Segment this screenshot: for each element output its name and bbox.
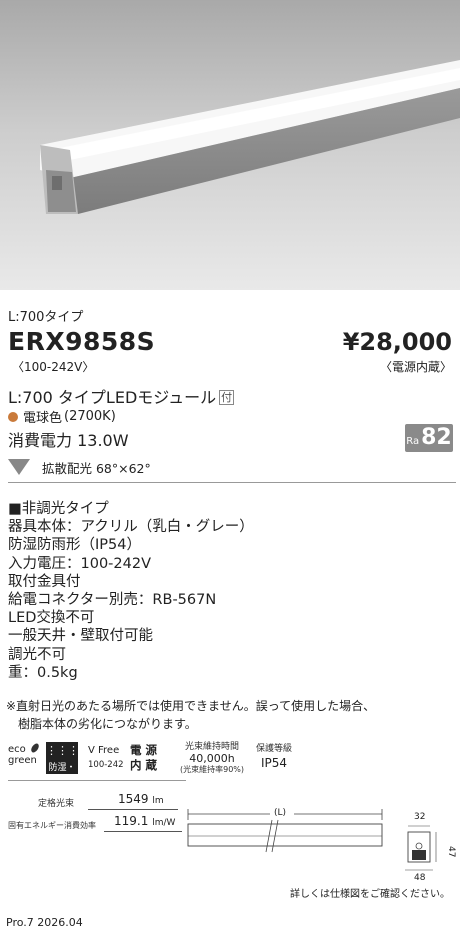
beam-angle: 拡散配光 68°×62° — [42, 461, 151, 476]
spec-item: 一般天井・壁取付可能 — [8, 628, 153, 645]
efficiency-underline — [104, 831, 182, 832]
spec-list: ■非調光タイプ 器具本体：アクリル（乳白・グレー） 防湿防雨形（IP54） 入力… — [8, 500, 254, 682]
spec-item: 器具本体：アクリル（乳白・グレー） — [8, 519, 254, 536]
protection-rating: 保護等級 IP54 — [254, 742, 294, 770]
spec-item: ■非調光タイプ — [8, 501, 109, 517]
model-number: ERX9858S — [8, 327, 156, 356]
drawing-note: 詳しくは仕様図をご確認ください。 — [290, 889, 450, 900]
divider — [8, 482, 456, 483]
spec-item: 防湿防雨形（IP54） — [8, 537, 141, 554]
product-title: L:700 タイプLEDモジュール付 — [8, 384, 235, 408]
dim-width-top: 32 — [414, 812, 426, 822]
flux-value-row: 1549 lm — [118, 792, 164, 806]
waterproof-label: 防湿・雨 — [48, 763, 76, 786]
ip-value: IP54 — [260, 756, 288, 770]
power-consumption: 消費電力 13.0W — [8, 431, 129, 450]
price: ¥28,000 — [342, 328, 452, 356]
color-temperature: (2700K) — [64, 409, 116, 424]
efficiency-label: 固有エネルギー消費効率 — [8, 821, 96, 830]
green-text: green — [8, 755, 37, 766]
ra-badge: Ra 82 — [405, 424, 453, 452]
efficiency-value-row: 119.1 lm/W — [114, 814, 175, 828]
divider — [8, 780, 186, 781]
spec-item: 入力電圧：100-242V — [8, 555, 152, 572]
dim-width-bottom: 48 — [414, 873, 426, 883]
color-name: 電球色 — [23, 411, 63, 426]
vfree-range: 100-242 — [88, 760, 124, 770]
flux-value: 1549 — [118, 792, 149, 806]
flux-label: 定格光束 — [38, 799, 75, 809]
caution-line: 樹脂本体の劣化につながります。 — [18, 717, 197, 731]
spec-item: 重：0.5kg — [8, 664, 78, 681]
ra-value: 82 — [421, 425, 452, 450]
product-title-text: L:700 タイプLEDモジュール — [8, 388, 217, 407]
voltage-range: 〈100-242V〉 — [12, 360, 95, 374]
vfree-label: V Free — [88, 745, 120, 756]
attached-badge: 付 — [219, 390, 235, 405]
price-note: 〈電源内蔵〉 — [379, 360, 452, 374]
leaf-icon — [31, 743, 39, 753]
power-line2: 内 蔵 — [130, 758, 158, 772]
spec-item: 取付金具付 — [8, 573, 81, 590]
waterproof-icon: ⋮⋮⋮ 防湿・雨 — [46, 742, 79, 786]
vfree-icon: V Free 100-242 — [88, 744, 124, 772]
rain-drops-icon: ⋮⋮⋮ — [46, 744, 79, 757]
spec-item: 調光不可 — [8, 646, 66, 663]
dim-height: 47 — [446, 846, 456, 858]
life-value: 40,000h — [189, 752, 235, 765]
product-photo — [0, 0, 460, 290]
life-note: (光束維持率90%) — [179, 765, 245, 774]
length-label: (L) — [274, 808, 287, 818]
flux-unit: lm — [152, 796, 164, 806]
caution-line: ※直射日光のあたる場所では使用できません。誤って使用した場合、 — [6, 699, 376, 713]
color-row: 電球色 (2700K) — [8, 407, 116, 426]
efficiency-unit: lm/W — [152, 818, 176, 828]
beam-angle-icon — [8, 459, 30, 475]
spec-item: LED交換不可 — [8, 610, 95, 627]
ip-title: 保護等級 — [255, 744, 292, 754]
lumen-maintenance: 光束維持時間 40,000h (光束維持率90%) — [176, 742, 248, 775]
caution-note: ※直射日光のあたる場所では使用できません。誤って使用した場合、 樹脂本体の劣化に… — [6, 697, 375, 733]
flux-underline — [88, 809, 178, 810]
efficiency-value: 119.1 — [114, 814, 149, 828]
power-line1: 電 源 — [130, 743, 158, 757]
ra-label: Ra — [406, 436, 420, 447]
built-in-power-icon: 電 源 内 蔵 — [130, 743, 157, 773]
color-dot-icon — [8, 411, 18, 422]
type-label: L:700タイプ — [8, 310, 84, 325]
footer-code: Pro.7 2026.04 — [6, 916, 83, 929]
spec-item: 給電コネクター別売：RB-567N — [8, 592, 217, 609]
